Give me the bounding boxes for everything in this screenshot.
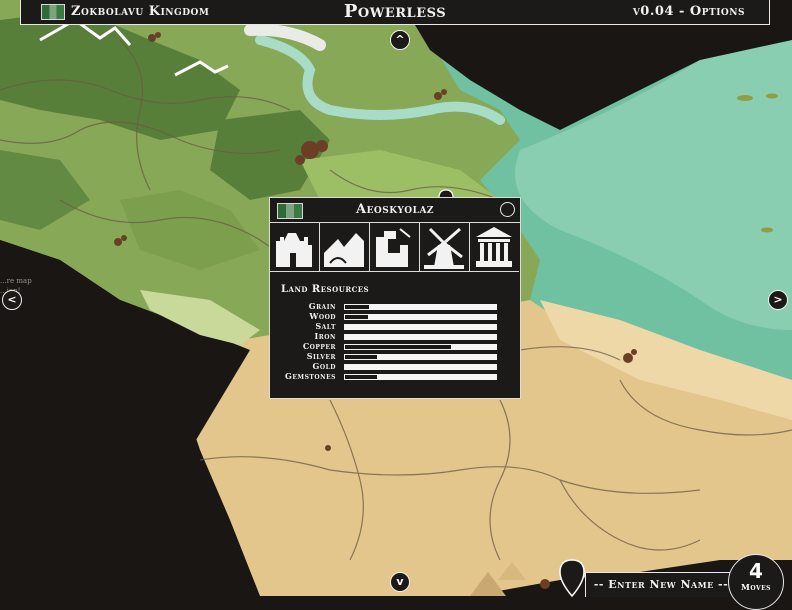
top-bar: Zokbolavu Kingdom Powerless v0.04 - Opti… (20, 0, 770, 25)
location-pin-icon (559, 559, 585, 598)
land-resources-title: Land Resources (281, 284, 370, 295)
enter-name-input[interactable]: -- Enter New Name -- (585, 572, 737, 597)
resource-bar-fill (345, 315, 368, 319)
resource-label: Gemstones (285, 371, 336, 381)
resource-bar-fill (345, 345, 451, 349)
scroll-down-button[interactable]: v (390, 572, 410, 592)
resource-bar (344, 324, 497, 330)
resource-row: Gemstones (270, 371, 520, 382)
mine-tower-icon (376, 228, 411, 267)
resource-row: Silver (270, 351, 520, 362)
resource-row: Grain (270, 301, 520, 312)
building-temple[interactable] (470, 223, 519, 272)
castle-icon (276, 233, 312, 267)
resource-bar-fill (345, 355, 377, 359)
resource-label: Salt (315, 321, 336, 331)
scroll-right-button[interactable]: > (768, 290, 788, 310)
temple-icon (476, 227, 512, 267)
moves-counter: 4 Moves (728, 554, 784, 610)
region-panel: Aeoskyolaz Land Resources Grain Wood Sal… (269, 197, 521, 399)
resource-row: Wood (270, 311, 520, 322)
enter-name-placeholder: -- Enter New Name -- (593, 578, 729, 591)
scroll-up-button[interactable]: ^ (390, 30, 410, 50)
resource-label: Iron (314, 331, 336, 341)
resource-bar (344, 364, 497, 370)
building-castle[interactable] (270, 223, 320, 272)
windmill-icon (424, 227, 464, 269)
moves-label: Moves (740, 582, 772, 592)
moves-count: 4 (749, 559, 763, 583)
building-sawmill[interactable] (320, 223, 370, 272)
resource-bar-fill (345, 375, 377, 379)
resource-row: Salt (270, 321, 520, 332)
resource-bar (344, 344, 497, 350)
resource-label: Grain (308, 301, 336, 311)
close-icon[interactable] (500, 202, 515, 217)
region-panel-header: Aeoskyolaz (270, 198, 520, 223)
building-row (270, 223, 520, 273)
resource-bar (344, 314, 497, 320)
resource-bar (344, 304, 497, 310)
resource-label: Gold (312, 361, 336, 371)
scroll-left-button[interactable]: < (2, 290, 22, 310)
building-windmill[interactable] (420, 223, 470, 272)
region-name: Aeoskyolaz (355, 202, 434, 217)
resource-label: Wood (309, 311, 336, 321)
resource-label: Silver (306, 351, 336, 361)
options-button[interactable]: v0.04 - Options (633, 4, 745, 19)
resource-bar (344, 374, 497, 380)
resource-bar (344, 354, 497, 360)
building-mine-tower[interactable] (370, 223, 420, 272)
resource-bar-fill (345, 305, 370, 309)
resource-bar (344, 334, 497, 340)
sawmill-icon (324, 233, 364, 267)
resource-label: Copper (302, 341, 336, 351)
